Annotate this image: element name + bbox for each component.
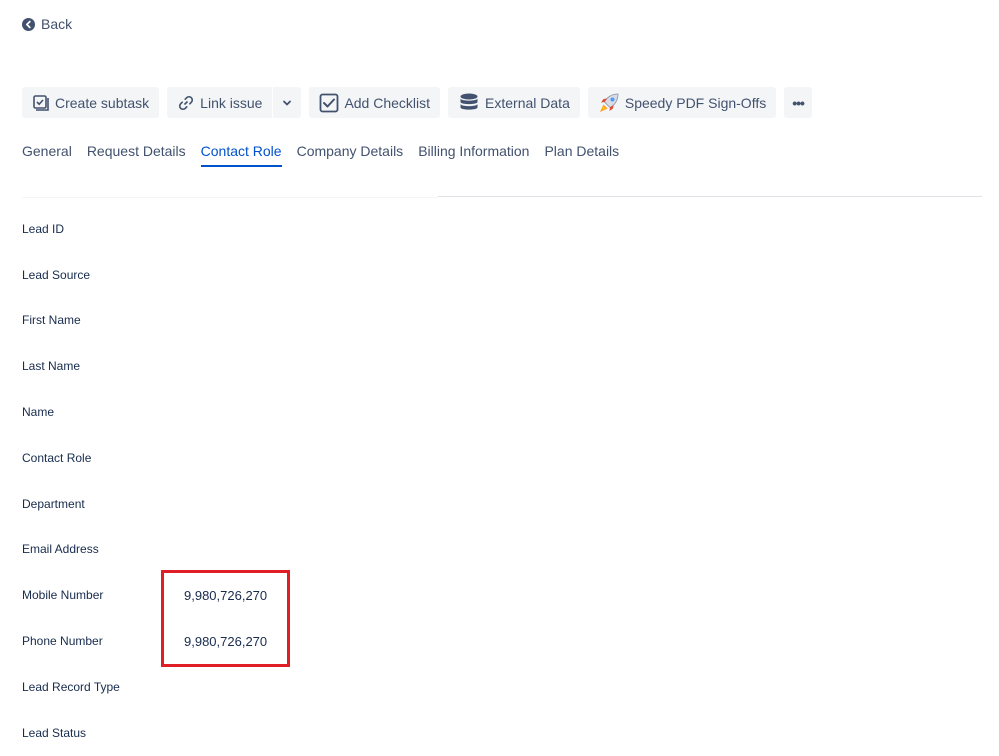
field-label: Lead ID: [22, 221, 65, 236]
field-row-email-address: Email Address: [22, 527, 267, 573]
issue-toolbar: Create subtask Link issue Add Checklist …: [22, 87, 812, 118]
add-checklist-label: Add Checklist: [344, 94, 431, 111]
speedy-pdf-label: Speedy PDF Sign-Offs: [624, 94, 767, 111]
external-data-button[interactable]: External Data: [448, 87, 580, 118]
field-label: Mobile Number: [22, 588, 104, 603]
link-icon: [177, 94, 195, 112]
contact-fields-list: Lead ID Lead Source First Name Last Name…: [22, 206, 267, 756]
tab-request-details[interactable]: Request Details: [87, 143, 186, 167]
arrow-left-circle-icon: [22, 17, 35, 31]
field-label: First Name: [22, 313, 81, 328]
create-subtask-button[interactable]: Create subtask: [22, 87, 160, 118]
field-row-lead-status: Lead Status: [22, 710, 267, 756]
field-row-last-name: Last Name: [22, 343, 267, 389]
field-row-lead-record-type: Lead Record Type: [22, 664, 267, 710]
tabs-divider-right: [438, 196, 982, 197]
field-label: Lead Status: [22, 725, 87, 740]
back-link[interactable]: Back: [22, 16, 72, 32]
checkbox-icon: [319, 93, 339, 113]
field-label: Lead Source: [22, 267, 91, 282]
tab-company-details[interactable]: Company Details: [297, 143, 404, 167]
field-label: Last Name: [22, 359, 81, 374]
external-data-label: External Data: [485, 94, 570, 111]
field-label: Contact Role: [22, 450, 92, 465]
more-actions-button[interactable]: •••: [784, 87, 812, 118]
create-subtask-label: Create subtask: [55, 94, 150, 111]
speedy-pdf-signoffs-button[interactable]: Speedy PDF Sign-Offs: [587, 87, 777, 118]
tab-billing-information[interactable]: Billing Information: [418, 143, 529, 167]
link-issue-label: Link issue: [200, 94, 263, 111]
link-issue-button[interactable]: Link issue: [167, 87, 272, 118]
link-issue-dropdown-button[interactable]: [273, 87, 301, 118]
subtask-icon: [32, 94, 50, 112]
field-row-name: Name: [22, 389, 267, 435]
back-label: Back: [41, 16, 73, 32]
field-row-lead-id: Lead ID: [22, 206, 267, 252]
field-row-lead-source: Lead Source: [22, 252, 267, 298]
tabs-divider-left: [22, 197, 438, 198]
field-label: Phone Number: [22, 634, 103, 649]
chevron-down-icon: [281, 97, 293, 109]
tab-contact-role[interactable]: Contact Role: [200, 143, 282, 167]
field-label: Department: [22, 496, 85, 511]
highlight-annotation-box: [161, 570, 290, 667]
add-checklist-button[interactable]: Add Checklist: [309, 87, 441, 118]
field-label: Lead Record Type: [22, 679, 120, 694]
field-row-department: Department: [22, 481, 267, 527]
tab-general[interactable]: General: [22, 143, 72, 167]
tab-plan-details[interactable]: Plan Details: [544, 143, 619, 167]
field-label: Email Address: [22, 542, 99, 557]
link-issue-split-button: Link issue: [167, 87, 302, 118]
issue-tabs: General Request Details Contact Role Com…: [22, 143, 619, 167]
database-icon: [458, 92, 480, 114]
field-row-first-name: First Name: [22, 298, 267, 344]
rocket-icon: [598, 92, 620, 114]
field-label: Name: [22, 405, 55, 420]
field-row-contact-role: Contact Role: [22, 435, 267, 481]
more-icon: •••: [792, 94, 805, 111]
